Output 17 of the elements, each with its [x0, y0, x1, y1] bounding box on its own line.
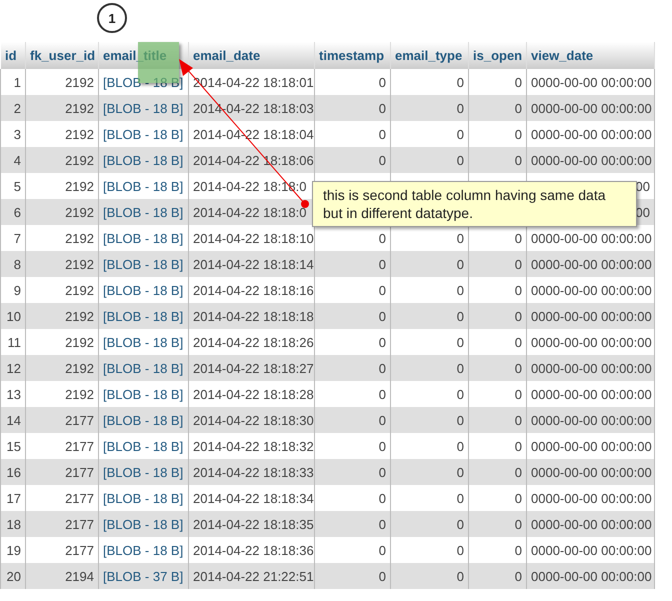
table-cell: 0 — [390, 563, 468, 589]
column-header[interactable]: email_date — [188, 42, 314, 69]
column-header[interactable]: view_date — [526, 42, 654, 69]
column-header[interactable]: fk_user_id — [26, 42, 98, 69]
column-header[interactable]: id — [0, 42, 26, 69]
table-cell: 0 — [468, 563, 526, 589]
table-cell: 2194 — [26, 563, 98, 589]
column-header[interactable]: timestamp — [314, 42, 390, 69]
table-cell: 0000-00-00 00:00:00 — [526, 563, 654, 589]
table-cell: 20 — [0, 563, 26, 589]
column-header[interactable]: email_type — [390, 42, 468, 69]
callout-note: this is second table column having same data but in different datatype. — [312, 181, 637, 227]
table-cell: 0 — [314, 563, 390, 589]
step-badge: 1 — [97, 3, 127, 33]
blob-link[interactable]: [BLOB - 37 B] — [98, 563, 188, 589]
column-header[interactable]: is_open — [468, 42, 526, 69]
table-cell: 2014-04-22 21:22:51 — [188, 563, 314, 589]
